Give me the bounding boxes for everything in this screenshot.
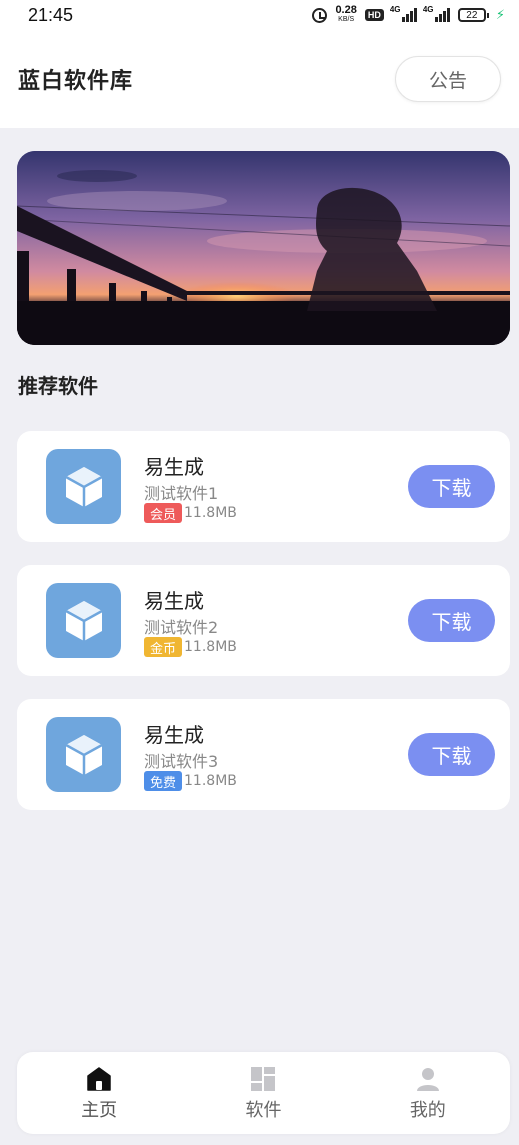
nav-label-software: 软件 (245, 1100, 282, 1121)
cube-icon (64, 600, 103, 641)
download-button[interactable]: 下载 (408, 599, 495, 642)
app-description: 测试软件2 (144, 618, 219, 637)
signal-label: 4G (389, 5, 401, 14)
banner-illustration (17, 151, 510, 345)
network-speed-unit: KB/S (338, 16, 355, 23)
status-icons: 0.28 KB/S HD 4G 4G 22 ⚡ (312, 4, 505, 24)
nav-label-profile: 我的 (409, 1100, 446, 1121)
app-name: 易生成 (144, 455, 204, 479)
status-time: 21:45 (28, 4, 74, 25)
user-icon (416, 1068, 439, 1091)
app-card[interactable]: 易生成 测试软件3 免费 11.8MB 下载 (17, 699, 510, 810)
app-icon (46, 583, 121, 658)
app-size: 11.8MB (184, 639, 237, 655)
app-icon (46, 717, 121, 792)
app-card[interactable]: 易生成 测试软件2 金币 11.8MB 下载 (17, 565, 510, 676)
app-size: 11.8MB (184, 505, 237, 521)
signal-icon: 4G (389, 5, 417, 22)
hd-icon: HD (364, 9, 384, 21)
network-speed-value: 0.28 (335, 4, 357, 16)
app-badge: 免费 (144, 771, 183, 791)
download-button[interactable]: 下载 (408, 465, 495, 508)
battery-icon: 22 (457, 8, 489, 22)
alarm-icon (312, 7, 328, 23)
charging-icon: ⚡ (495, 7, 505, 23)
home-icon (87, 1067, 111, 1091)
app-description: 测试软件1 (144, 484, 219, 503)
app-meta: 金币 11.8MB (144, 637, 237, 657)
nav-label-home: 主页 (81, 1100, 118, 1121)
app-meta: 会员 11.8MB (144, 503, 237, 523)
app-icon (46, 449, 121, 524)
section-title: 推荐软件 (18, 374, 98, 398)
signal-icon-2: 4G (422, 5, 450, 22)
app-meta: 免费 11.8MB (144, 771, 237, 791)
cube-icon (64, 466, 103, 507)
app-screen: 21:45 0.28 KB/S HD 4G 4G 22 ⚡ 蓝白软件库 公告 推… (0, 0, 519, 1145)
page-title: 蓝白软件库 (18, 69, 134, 94)
notice-button[interactable]: 公告 (395, 56, 501, 102)
app-name: 易生成 (144, 589, 204, 613)
cube-icon (64, 734, 103, 775)
app-name: 易生成 (144, 723, 204, 747)
signal-label-2: 4G (422, 5, 434, 14)
nav-item-home[interactable]: 主页 (17, 1052, 181, 1134)
download-button[interactable]: 下载 (408, 733, 495, 776)
nav-item-profile[interactable]: 我的 (346, 1052, 510, 1134)
nav-item-software[interactable]: 软件 (181, 1052, 345, 1134)
grid-icon (251, 1067, 276, 1091)
banner-image[interactable] (17, 151, 510, 345)
app-card[interactable]: 易生成 测试软件1 会员 11.8MB 下载 (17, 431, 510, 542)
app-header: 蓝白软件库 公告 (0, 30, 519, 128)
app-badge: 会员 (144, 503, 183, 523)
app-description: 测试软件3 (144, 752, 219, 771)
app-size: 11.8MB (184, 773, 237, 789)
network-speed: 0.28 KB/S (335, 4, 357, 24)
app-badge: 金币 (144, 637, 183, 657)
status-bar: 21:45 0.28 KB/S HD 4G 4G 22 ⚡ (0, 0, 519, 30)
bottom-nav: 主页 软件 我的 (17, 1052, 510, 1134)
